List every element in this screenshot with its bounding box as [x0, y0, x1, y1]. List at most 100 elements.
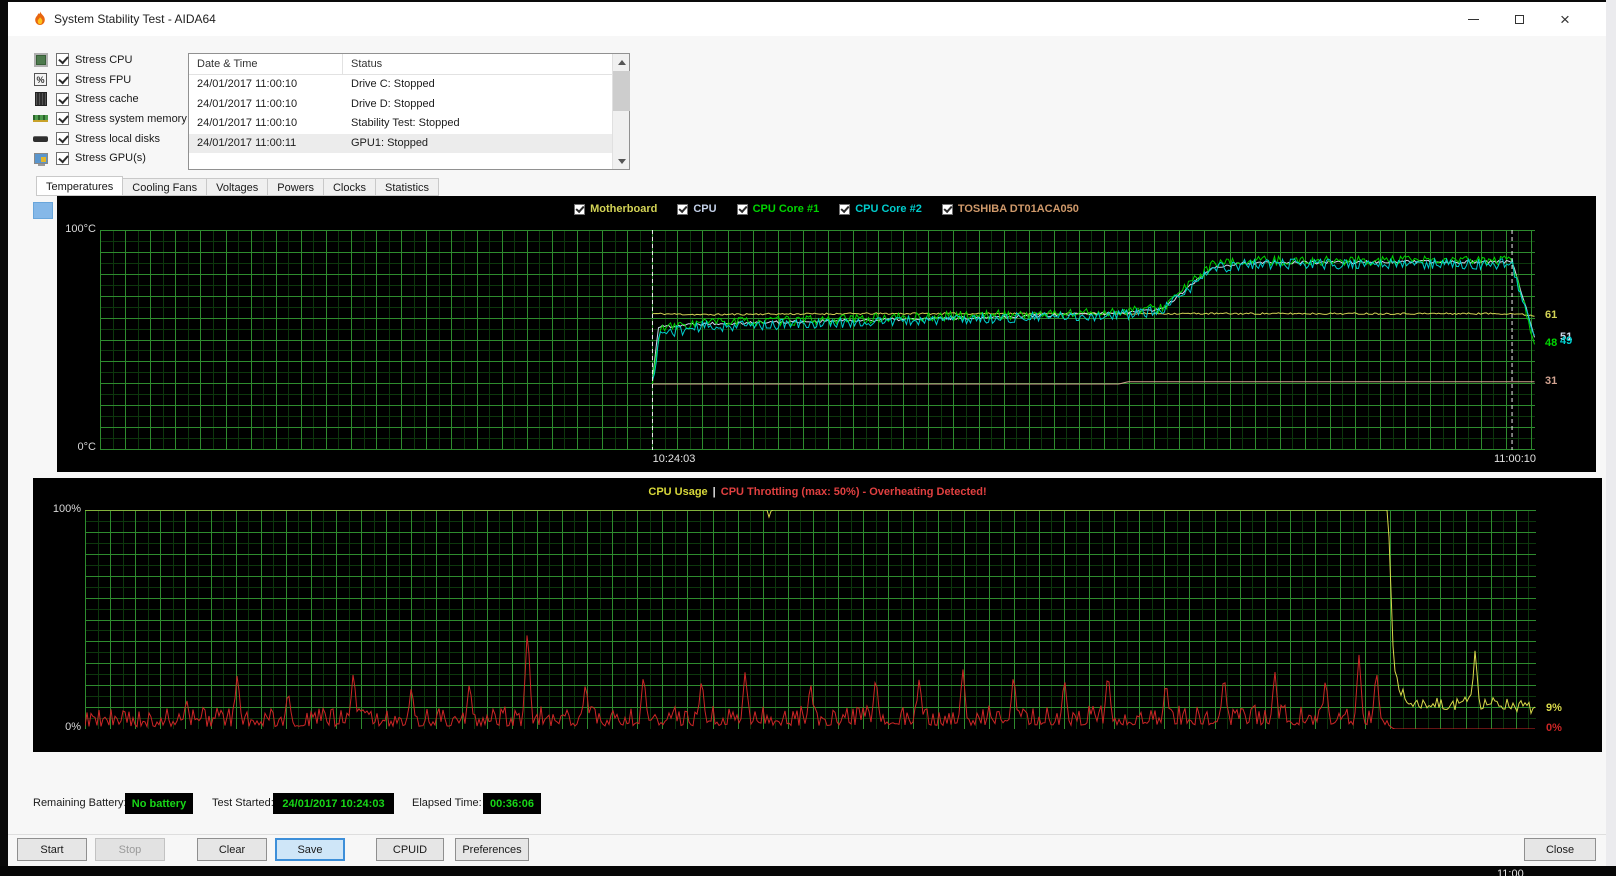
- stress-disks-label: Stress local disks: [75, 132, 160, 145]
- close-icon: ×: [1560, 9, 1570, 29]
- scrollbar-thumb[interactable]: [613, 71, 630, 111]
- status-row: Remaining Battery: No battery Test Start…: [8, 792, 1606, 816]
- close-button[interactable]: Close: [1524, 838, 1596, 861]
- cell-datetime: 24/01/2017 11:00:10: [197, 117, 298, 129]
- temp-x-start-label: 10:24:03: [652, 453, 696, 465]
- start-button[interactable]: Start: [17, 838, 87, 861]
- temperature-chart-panel: Motherboard CPU CPU Core #1 CPU Core #2 …: [57, 196, 1596, 472]
- close-window-button[interactable]: ×: [1542, 2, 1588, 36]
- legend-checkbox-cpu-core-2[interactable]: [839, 203, 851, 215]
- cell-status: Drive D: Stopped: [351, 97, 435, 110]
- window-title: System Stability Test - AIDA64: [54, 12, 216, 26]
- usage-chart-title: CPU Usage | CPU Throttling (max: 50%) - Ov…: [33, 486, 1602, 498]
- battery-value: No battery: [125, 793, 193, 814]
- column-header-status[interactable]: Status: [343, 54, 629, 74]
- stress-gpu-checkbox[interactable]: [56, 151, 69, 165]
- table-row-selected[interactable]: 24/01/2017 11:00:11 GPU1: Stopped: [189, 133, 629, 153]
- tab-temperatures[interactable]: Temperatures: [36, 176, 124, 196]
- table-row[interactable]: 24/01/2017 11:00:10 Drive C: Stopped: [189, 75, 629, 95]
- tab-clocks[interactable]: Clocks: [323, 178, 376, 196]
- legend-label: TOSHIBA DT01ACA050: [957, 203, 1079, 215]
- restore-button[interactable]: [1496, 2, 1542, 36]
- legend-checkbox-cpu-core-1[interactable]: [736, 203, 748, 215]
- stop-button[interactable]: Stop: [95, 838, 165, 861]
- cell-datetime: 24/01/2017 11:00:10: [197, 97, 298, 110]
- legend-checkbox-toshiba[interactable]: [941, 203, 953, 215]
- stress-memory-checkbox[interactable]: [56, 112, 69, 126]
- tab-voltages[interactable]: Voltages: [207, 178, 269, 196]
- app-window: System Stability Test - AIDA64 × Stress …: [8, 2, 1606, 866]
- memory-icon: [33, 111, 48, 126]
- legend-label: Motherboard: [590, 203, 658, 215]
- legend-item-toshiba: TOSHIBA DT01ACA050: [941, 203, 1079, 215]
- save-button[interactable]: Save: [275, 838, 345, 861]
- stress-disks-checkbox[interactable]: [56, 132, 69, 146]
- clear-button[interactable]: Clear: [197, 838, 267, 861]
- stress-memory-label: Stress system memory: [75, 112, 187, 125]
- stress-cpu-checkbox[interactable]: [56, 53, 69, 67]
- scroll-up-arrow[interactable]: [613, 54, 630, 70]
- minimize-button[interactable]: [1450, 2, 1496, 36]
- fpu-icon: %: [33, 72, 48, 87]
- gpu-icon: [33, 151, 48, 166]
- event-log-table: Date & Time Status 24/01/2017 11:00:10 D…: [188, 53, 630, 170]
- legend-item-cpu-core-1: CPU Core #1: [736, 203, 820, 215]
- table-header: Date & Time Status: [189, 54, 629, 75]
- preferences-button[interactable]: Preferences: [455, 838, 529, 861]
- test-started-label: Test Started:: [212, 797, 274, 809]
- table-row[interactable]: 24/01/2017 11:00:10 Drive D: Stopped: [189, 95, 629, 115]
- tab-statistics[interactable]: Statistics: [376, 178, 440, 196]
- stress-options-list: Stress CPU % Stress FPU Stress cache Str…: [33, 50, 187, 168]
- legend-label: CPU: [693, 203, 717, 215]
- cell-datetime: 24/01/2017 11:00:10: [197, 78, 298, 90]
- tab-cooling-fans[interactable]: Cooling Fans: [123, 178, 208, 196]
- legend-checkbox-motherboard[interactable]: [574, 203, 586, 215]
- legend-label: CPU Core #2: [855, 203, 922, 215]
- legend-checkbox-cpu[interactable]: [677, 203, 689, 215]
- table-row[interactable]: 24/01/2017 11:00:10 Stability Test: Stop…: [189, 114, 629, 134]
- stress-option-gpu: Stress GPU(s): [33, 148, 187, 168]
- legend-label: CPU Core #1: [752, 203, 820, 215]
- stress-option-cpu: Stress CPU: [33, 50, 187, 70]
- stress-option-disks: Stress local disks: [33, 129, 187, 149]
- series-end-value: 9%: [1546, 702, 1562, 715]
- screen: System Stability Test - AIDA64 × Stress …: [0, 0, 1616, 876]
- taskbar: 11:00: [0, 866, 1616, 876]
- stress-cpu-label: Stress CPU: [75, 53, 133, 66]
- series-cpu-usage: [85, 510, 1536, 716]
- scroll-down-arrow[interactable]: [613, 153, 630, 169]
- chart-vertical-scrollbar-thumb[interactable]: [33, 202, 53, 219]
- test-started-value: 24/01/2017 10:24:03: [273, 793, 394, 814]
- battery-label: Remaining Battery:: [33, 797, 127, 809]
- buttonbar-divider: [8, 834, 1606, 835]
- desktop-right-margin: [1606, 0, 1616, 866]
- restore-icon: [1514, 11, 1529, 24]
- tab-powers[interactable]: Powers: [268, 178, 324, 196]
- stress-fpu-label: Stress FPU: [75, 73, 132, 86]
- table-scrollbar[interactable]: [612, 54, 630, 169]
- usage-y-max-label: 100%: [52, 503, 81, 515]
- legend-item-motherboard: Motherboard: [574, 203, 657, 215]
- taskbar-clock: 11:00: [1497, 868, 1524, 876]
- app-flame-icon: [35, 11, 45, 25]
- temperature-chart-plot: [100, 230, 1535, 450]
- column-header-datetime[interactable]: Date & Time: [189, 54, 343, 74]
- elapsed-time-value: 00:36:06: [483, 793, 541, 814]
- stress-cache-checkbox[interactable]: [56, 92, 69, 106]
- temp-y-max-label: 100°C: [65, 223, 96, 235]
- cpu-usage-chart-plot: [85, 510, 1536, 729]
- stress-fpu-checkbox[interactable]: [56, 73, 69, 87]
- temp-y-min-label: 0°C: [77, 441, 96, 453]
- series-end-value: 49: [1560, 335, 1573, 348]
- cell-datetime: 24/01/2017 11:00:11: [197, 136, 297, 149]
- cpuid-button[interactable]: CPUID: [376, 838, 444, 861]
- cell-status: Stability Test: Stopped: [351, 117, 460, 129]
- stress-option-memory: Stress system memory: [33, 109, 187, 129]
- cpu-icon: [33, 52, 48, 67]
- stress-option-cache: Stress cache: [33, 89, 187, 109]
- minimize-icon: [1467, 18, 1479, 20]
- cache-icon: [33, 92, 48, 107]
- stress-option-fpu: % Stress FPU: [33, 70, 187, 90]
- cpu-throttling-warning: CPU Throttling (max: 50%) - Overheating …: [720, 486, 987, 498]
- series-cpu-core-1: [652, 254, 1535, 384]
